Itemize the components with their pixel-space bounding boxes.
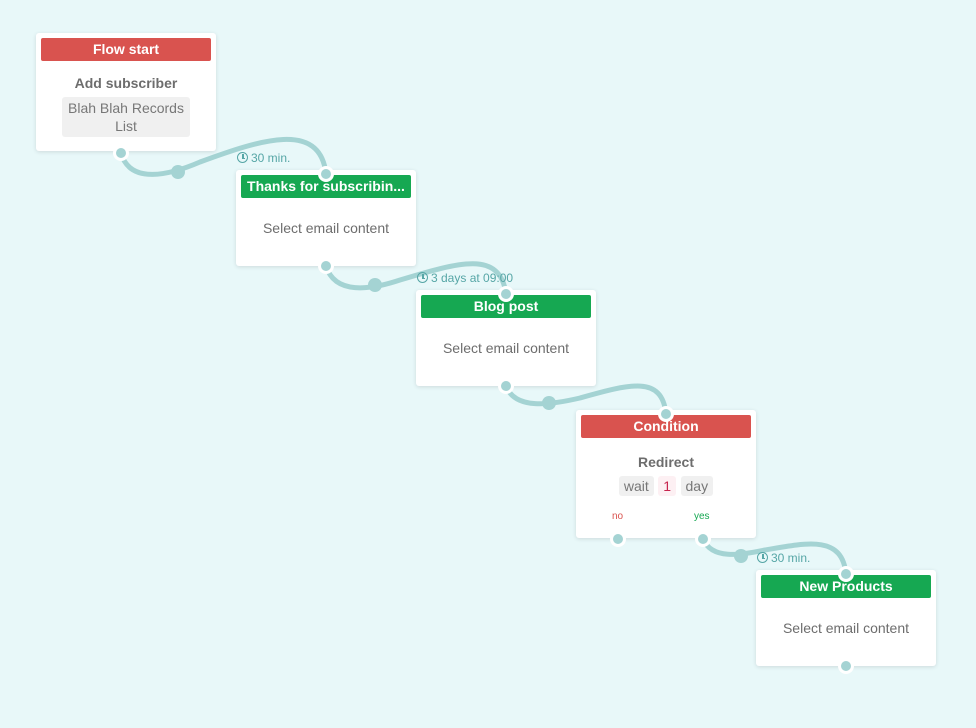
node-body[interactable]: Select email content bbox=[416, 340, 596, 356]
output-port[interactable] bbox=[318, 258, 334, 274]
delay-text: 30 min. bbox=[251, 151, 291, 165]
output-port[interactable] bbox=[498, 378, 514, 394]
node-body[interactable]: Select email content bbox=[236, 220, 416, 236]
branch-no-label: no bbox=[612, 511, 624, 522]
input-port[interactable] bbox=[318, 166, 334, 182]
link-midpoint-handle[interactable] bbox=[368, 278, 382, 292]
delay-label-2[interactable]: 3 days at 09:00 bbox=[417, 271, 513, 285]
delay-label-1[interactable]: 30 min. bbox=[237, 151, 290, 165]
output-port[interactable] bbox=[113, 145, 129, 161]
output-port-yes[interactable] bbox=[695, 531, 711, 547]
email-node-blog[interactable]: Blog post Select email content bbox=[416, 290, 596, 386]
list-tag: Blah Blah Records List bbox=[62, 97, 190, 137]
delay-text: 30 min. bbox=[771, 551, 811, 565]
link-midpoint-handle[interactable] bbox=[734, 549, 748, 563]
node-title: Add subscriber bbox=[74, 75, 178, 91]
clock-icon bbox=[757, 552, 768, 563]
email-node-new-products[interactable]: New Products Select email content bbox=[756, 570, 936, 666]
flow-start-node[interactable]: Flow start Add subscriber Blah Blah Reco… bbox=[36, 33, 216, 151]
delay-text: 3 days at 09:00 bbox=[431, 271, 514, 285]
node-header: Flow start bbox=[41, 38, 211, 61]
wait-label: wait bbox=[618, 476, 654, 496]
input-port[interactable] bbox=[838, 566, 854, 582]
output-port[interactable] bbox=[838, 658, 854, 674]
input-port[interactable] bbox=[498, 286, 514, 302]
node-body[interactable]: Select email content bbox=[756, 620, 936, 636]
wait-value: 1 bbox=[658, 476, 677, 496]
node-title: Redirect bbox=[637, 454, 695, 470]
wait-unit: day bbox=[680, 476, 714, 496]
flow-canvas[interactable]: Flow start Add subscriber Blah Blah Reco… bbox=[0, 0, 976, 728]
clock-icon bbox=[237, 152, 248, 163]
condition-node[interactable]: Condition Redirect wait 1 day no yes bbox=[576, 410, 756, 538]
link-midpoint-handle[interactable] bbox=[542, 396, 556, 410]
link-midpoint-handle[interactable] bbox=[171, 165, 185, 179]
branch-yes-label: yes bbox=[694, 511, 710, 522]
clock-icon bbox=[417, 272, 428, 283]
email-node-thanks[interactable]: Thanks for subscribin... Select email co… bbox=[236, 170, 416, 266]
delay-label-3[interactable]: 30 min. bbox=[757, 551, 810, 565]
output-port-no[interactable] bbox=[610, 531, 626, 547]
input-port[interactable] bbox=[658, 406, 674, 422]
